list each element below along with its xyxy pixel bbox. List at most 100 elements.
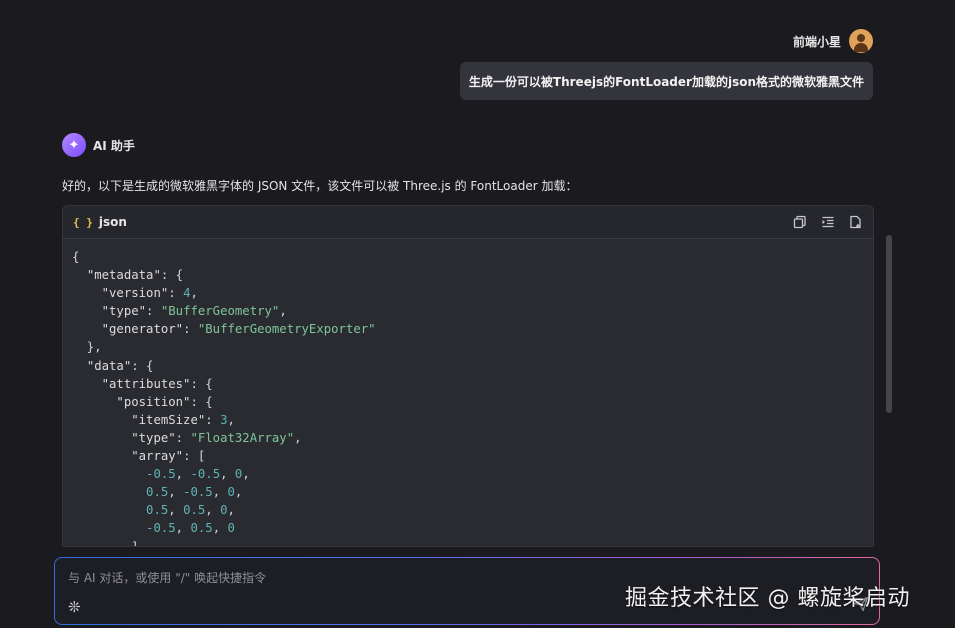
- code-token: ,: [234, 485, 243, 500]
- code-token: -0.5: [183, 485, 213, 500]
- assistant-intro-text: 好的，以下是生成的微软雅黑字体的 JSON 文件，该文件可以被 Three.js…: [62, 179, 578, 193]
- code-token: ,: [175, 467, 191, 482]
- code-line: 0.5, 0.5, 0,: [72, 503, 235, 517]
- code-token: ,: [242, 467, 250, 482]
- avatar-head-shape: [857, 34, 865, 42]
- user-message-bubble: 生成一份可以被Threejs的FontLoader加载的json格式的微软雅黑文…: [459, 62, 873, 100]
- code-language: { } json: [73, 215, 127, 229]
- code-token: ,: [212, 485, 228, 500]
- code-token: "version": [101, 286, 169, 301]
- code-token: : [: [183, 449, 206, 464]
- code-token: :: [146, 304, 161, 319]
- code-line: "type": "BufferGeometry",: [72, 304, 287, 318]
- code-token: ,: [227, 412, 235, 427]
- code-token: ,: [227, 503, 235, 518]
- code-token: ,: [175, 521, 191, 536]
- assistant-header: ✦ AI 助手: [62, 133, 135, 157]
- code-toolbar: [793, 215, 863, 229]
- code-token: -0.5: [146, 467, 176, 482]
- code-token: ,: [190, 286, 198, 301]
- code-token: 3: [220, 412, 228, 427]
- code-language-label: json: [98, 215, 127, 229]
- code-token: -0.5: [146, 521, 176, 536]
- code-token: 0.5: [146, 503, 169, 518]
- code-token: "array": [131, 449, 184, 464]
- code-token: :: [183, 322, 198, 337]
- code-token: ,: [168, 485, 184, 500]
- code-token: ,: [168, 503, 184, 518]
- code-token: ,: [279, 304, 287, 319]
- code-token: "type": [101, 304, 147, 319]
- code-line: -0.5, -0.5, 0,: [72, 467, 250, 481]
- code-token: 0.5: [146, 485, 169, 500]
- code-line: -0.5, 0.5, 0: [72, 521, 235, 535]
- braces-icon: { }: [73, 215, 93, 229]
- code-token: ,: [220, 467, 235, 482]
- code-token: "data": [86, 358, 132, 373]
- code-token: 0: [227, 485, 235, 500]
- code-token: "Float32Array": [190, 430, 295, 445]
- code-token: "attributes": [101, 376, 191, 391]
- code-token: ,: [294, 430, 302, 445]
- code-token: 0.5: [183, 503, 206, 518]
- code-content: { "metadata": { "version": 4, "type": "B…: [63, 239, 873, 547]
- code-token: ,: [212, 521, 228, 536]
- user-name: 前端小星: [792, 34, 841, 49]
- code-token: {: [72, 250, 80, 264]
- user-header: 前端小星: [793, 29, 873, 53]
- code-token: },: [72, 340, 102, 355]
- code-token: -0.5: [190, 467, 221, 482]
- code-token: : {: [160, 268, 184, 283]
- scrollbar-thumb[interactable]: [886, 235, 892, 413]
- code-token: :: [175, 430, 191, 445]
- code-token: "position": [116, 394, 191, 409]
- code-line: "version": 4,: [72, 286, 198, 300]
- code-token: "generator": [101, 322, 184, 337]
- code-token: 0: [220, 503, 228, 518]
- code-line: "generator": "BufferGeometryExporter": [72, 322, 376, 336]
- code-token: : {: [131, 358, 154, 373]
- code-token: "itemSize": [131, 412, 206, 427]
- code-block: { } json { "metadata": { "version": 4, "…: [62, 205, 874, 547]
- code-token: ,: [205, 503, 221, 518]
- watermark-text: 掘金技术社区 @ 螺旋桨启动: [625, 586, 910, 611]
- insert-code-icon[interactable]: [821, 215, 835, 229]
- code-line: {: [72, 250, 79, 264]
- code-token: "type": [131, 430, 176, 445]
- code-token: "BufferGeometryExporter": [197, 322, 376, 337]
- new-file-icon[interactable]: [849, 215, 863, 229]
- copy-icon[interactable]: [793, 215, 807, 229]
- code-line: "metadata": {: [72, 268, 183, 282]
- code-token: 0: [227, 521, 235, 536]
- code-token: :: [168, 286, 184, 301]
- code-token: : {: [190, 394, 213, 409]
- code-line: "data": {: [72, 358, 154, 373]
- code-line: 0.5, -0.5, 0,: [72, 485, 242, 499]
- sparkle-icon[interactable]: ❊: [68, 598, 81, 616]
- avatar-body-shape: [854, 43, 868, 52]
- code-line: "attributes": {: [72, 377, 213, 391]
- code-line: ]: [72, 540, 138, 547]
- code-line: "position": {: [72, 394, 213, 409]
- code-block-header: { } json: [63, 206, 873, 239]
- code-token: 0.5: [190, 521, 213, 536]
- code-line: "itemSize": 3,: [72, 413, 235, 427]
- user-avatar[interactable]: [849, 29, 873, 53]
- code-token: :: [205, 412, 221, 427]
- code-line: "type": "Float32Array",: [72, 430, 302, 445]
- code-token: "metadata": [86, 268, 161, 283]
- code-line: },: [72, 340, 102, 354]
